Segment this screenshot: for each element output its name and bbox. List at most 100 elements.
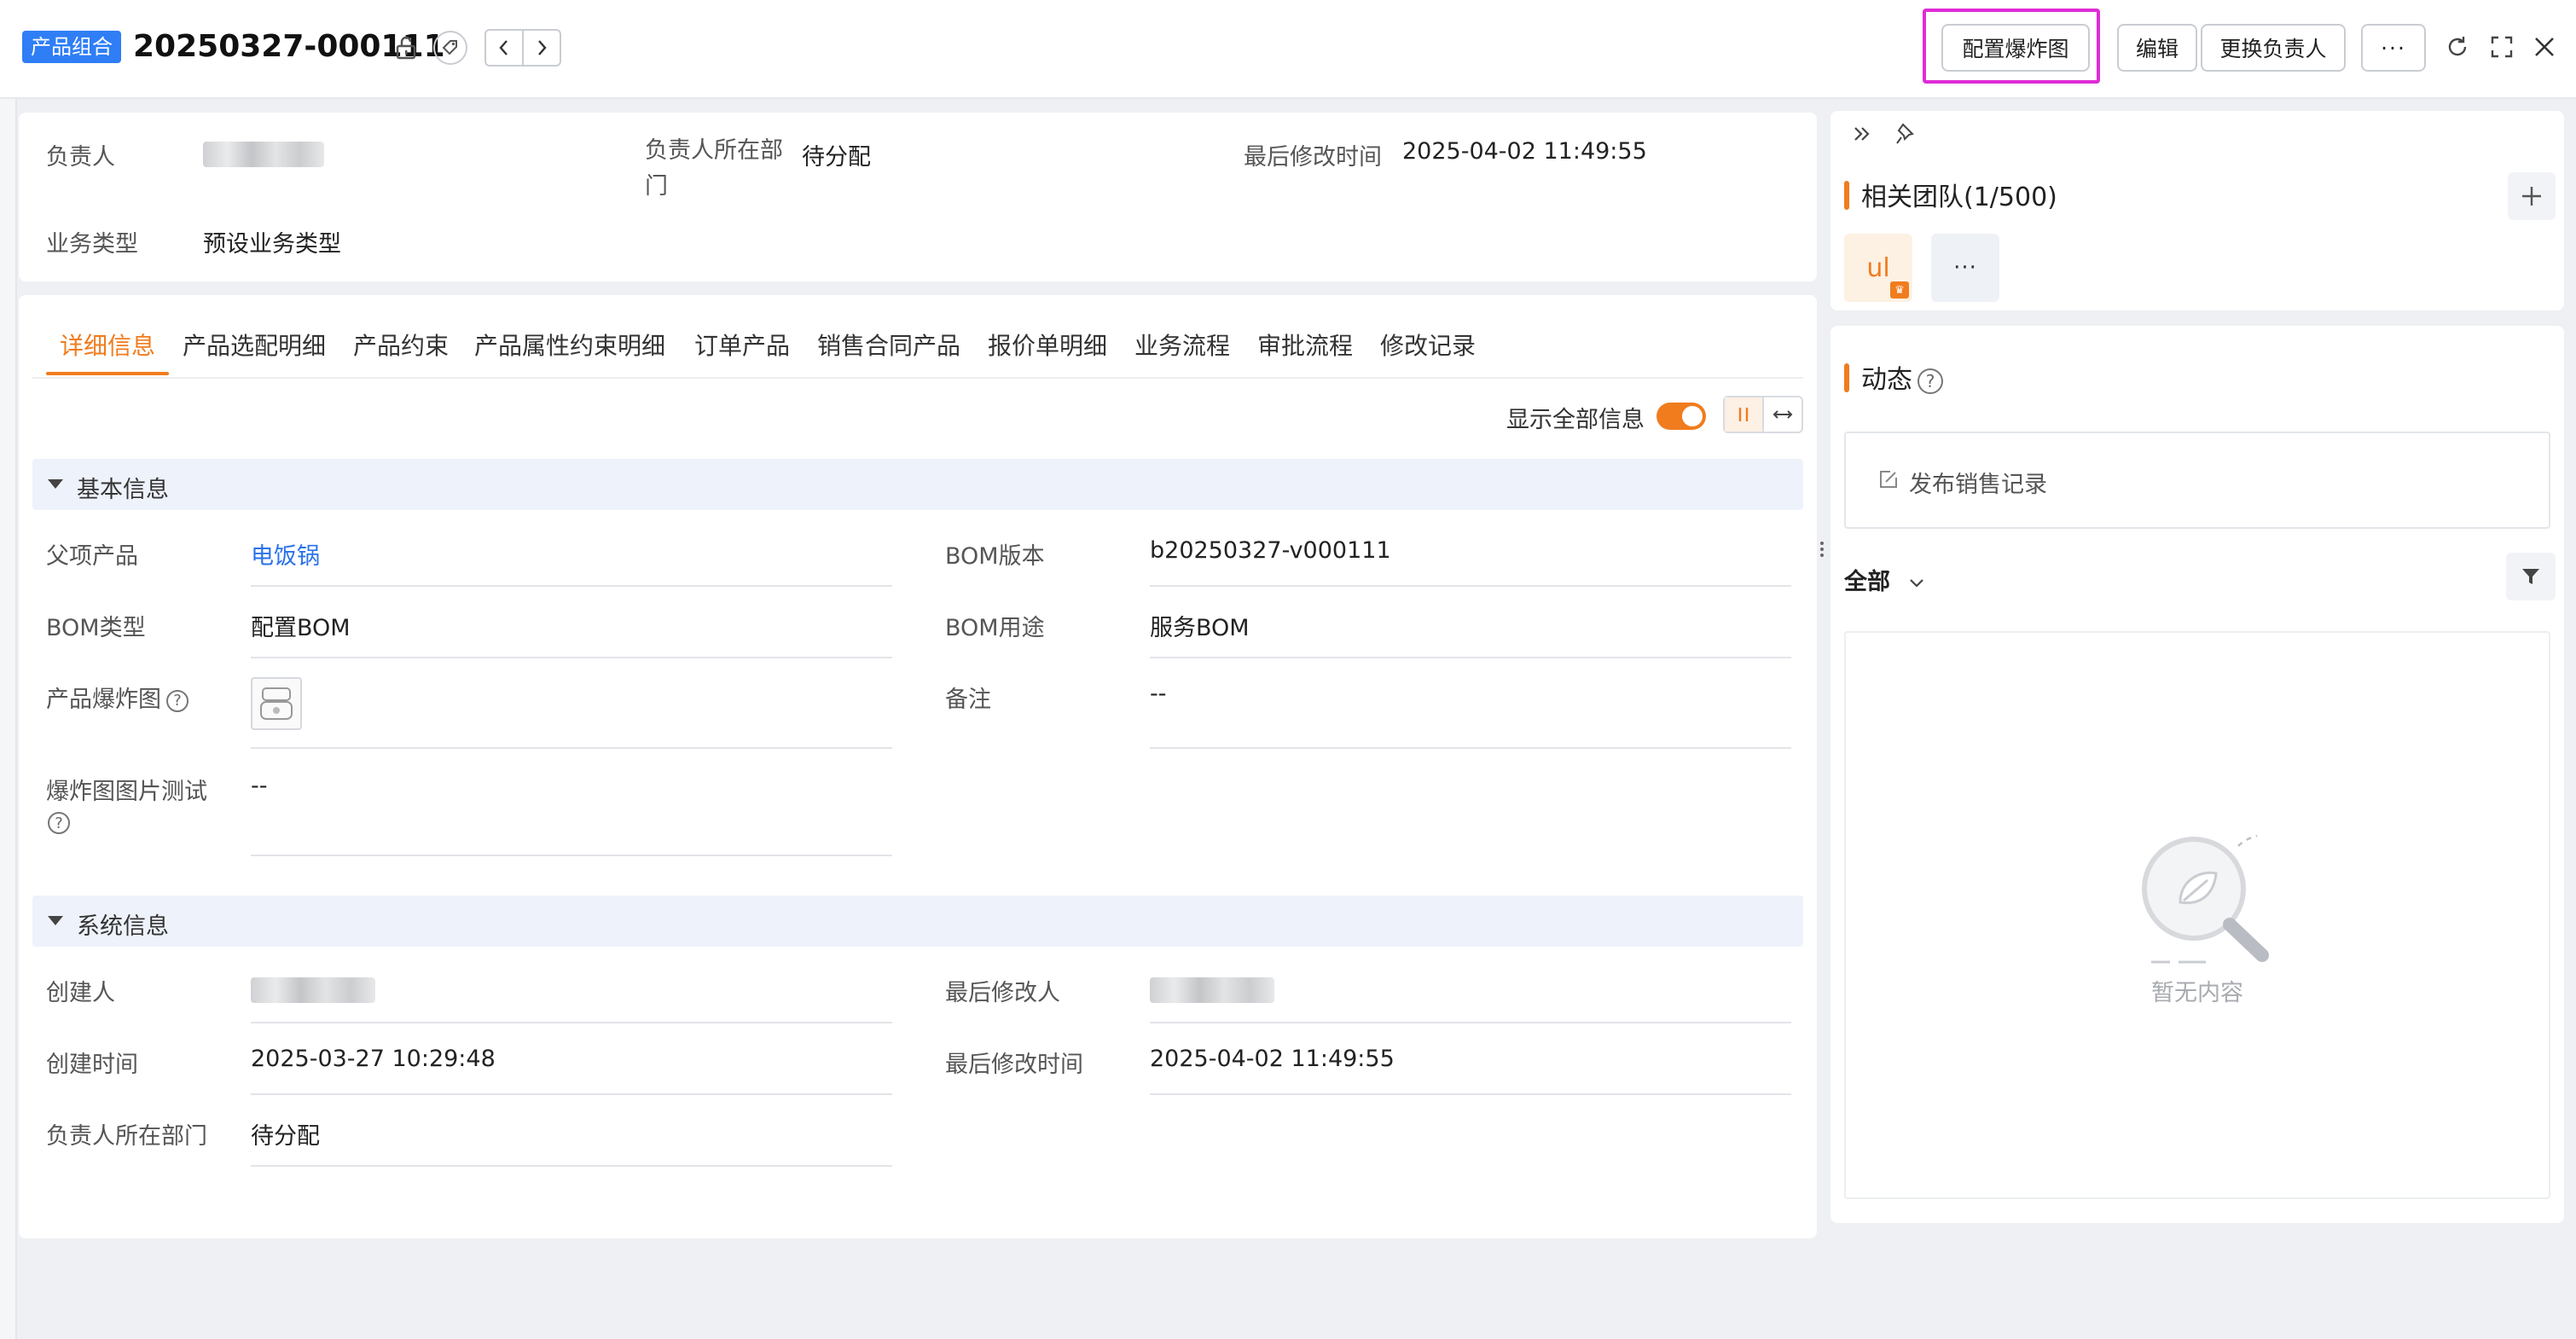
- field-underline: [1150, 1093, 1791, 1095]
- activity-filter-dropdown[interactable]: 全部: [1844, 563, 1925, 596]
- business-type-label: 业务类型: [46, 231, 138, 258]
- creator-value-blurred: [251, 977, 375, 1003]
- tabs-divider: [32, 377, 1803, 379]
- empty-search-illustration-icon: [2136, 820, 2272, 977]
- bom-usage-label: BOM用途: [945, 615, 1045, 641]
- explosion-diagram-thumbnail[interactable]: [251, 677, 302, 730]
- basic-info-section-header[interactable]: 基本信息: [32, 459, 1803, 510]
- tab-quote-details[interactable]: 报价单明细: [988, 328, 1107, 362]
- field-underline: [251, 855, 892, 856]
- show-all-label: 显示全部信息: [1506, 407, 1645, 433]
- remark-label: 备注: [945, 687, 991, 713]
- collapse-panel-icon[interactable]: [1851, 123, 1873, 148]
- empty-state-text: 暂无内容: [2151, 980, 2243, 1006]
- activity-list-empty: 暂无内容: [1844, 631, 2550, 1199]
- section-accent: [1844, 181, 1849, 210]
- chevron-down-icon: [1910, 578, 1924, 588]
- business-type-value: 预设业务类型: [203, 231, 341, 258]
- active-tab-indicator: [46, 372, 169, 375]
- filter-value: 全部: [1844, 569, 1890, 595]
- bom-version-label: BOM版本: [945, 543, 1045, 570]
- layout-switch: [1723, 396, 1803, 433]
- bom-usage-value: 服务BOM: [1150, 615, 1250, 641]
- remark-value: --: [1150, 681, 1167, 707]
- object-type-badge: 产品组合: [22, 31, 121, 63]
- system-info-section-header[interactable]: 系统信息: [32, 896, 1803, 947]
- help-icon[interactable]: ?: [48, 812, 70, 834]
- field-underline: [1150, 657, 1791, 658]
- collapse-caret-icon: [48, 479, 63, 489]
- unlock-icon[interactable]: [391, 32, 421, 63]
- bom-type-value: 配置BOM: [251, 615, 351, 641]
- last-modifier-label: 最后修改人: [945, 980, 1060, 1006]
- tab-product-options[interactable]: 产品选配明细: [183, 328, 326, 362]
- post-sales-record-label: 发布销售记录: [1909, 472, 2047, 498]
- system-owner-dept-label: 负责人所在部门: [46, 1123, 207, 1150]
- add-member-button[interactable]: [2508, 172, 2556, 220]
- post-sales-record-input[interactable]: 发布销售记录: [1844, 432, 2550, 529]
- edit-button[interactable]: 编辑: [2117, 24, 2197, 72]
- owner-value-blurred: [203, 142, 324, 167]
- crown-icon: ♛: [1890, 281, 1909, 299]
- parent-product-link[interactable]: 电饭锅: [251, 537, 320, 571]
- owner-dept-value: 待分配: [802, 144, 871, 171]
- filter-icon[interactable]: [2506, 553, 2556, 600]
- change-owner-button[interactable]: 更换负责人: [2201, 24, 2346, 72]
- section-title: 系统信息: [77, 913, 169, 940]
- tab-detail-info[interactable]: 详细信息: [60, 328, 155, 362]
- left-edge-strip: [0, 99, 17, 1339]
- collapse-caret-icon: [48, 916, 63, 925]
- explosion-test-label: 爆炸图图片测试: [46, 779, 207, 805]
- field-underline: [251, 1093, 892, 1095]
- help-icon[interactable]: ?: [166, 689, 189, 712]
- full-width-layout-button[interactable]: [1764, 397, 1801, 432]
- more-members-button[interactable]: ···: [1931, 234, 1999, 302]
- two-column-layout-button[interactable]: [1725, 397, 1764, 432]
- panel-resize-handle[interactable]: [1820, 539, 1825, 563]
- field-underline: [251, 1165, 892, 1167]
- configure-explosion-button[interactable]: 配置爆炸图: [1941, 24, 2090, 72]
- tag-icon[interactable]: [433, 31, 467, 65]
- bom-version-value: b20250327-v000111: [1150, 537, 1391, 564]
- field-underline: [251, 1022, 892, 1023]
- avatar-initials: ul: [1866, 252, 1890, 283]
- explosion-diagram-label-text: 产品爆炸图: [46, 687, 161, 713]
- system-last-modified-label: 最后修改时间: [945, 1052, 1083, 1078]
- close-icon[interactable]: [2528, 31, 2561, 63]
- pin-icon[interactable]: [1894, 121, 1919, 150]
- tab-product-constraints[interactable]: 产品约束: [353, 328, 449, 362]
- tab-approval-process[interactable]: 审批流程: [1257, 328, 1353, 362]
- field-underline: [251, 657, 892, 658]
- next-record-button[interactable]: [522, 31, 560, 65]
- related-team-card: 相关团队(1/500) ul ♛ ···: [1830, 111, 2564, 310]
- tab-contract-products[interactable]: 销售合同产品: [817, 328, 960, 362]
- edit-icon: [1878, 469, 1899, 493]
- parent-product-label: 父项产品: [46, 543, 138, 570]
- section-accent: [1844, 363, 1849, 392]
- show-all-toggle[interactable]: [1656, 403, 1706, 430]
- system-last-modified-value: 2025-04-02 11:49:55: [1150, 1046, 1395, 1072]
- detail-card: 详细信息 产品选配明细 产品约束 产品属性约束明细 订单产品 销售合同产品 报价…: [19, 295, 1817, 1238]
- tab-change-log[interactable]: 修改记录: [1380, 328, 1476, 362]
- system-owner-dept-value: 待分配: [251, 1123, 320, 1150]
- explosion-test-value: --: [251, 773, 268, 799]
- created-time-label: 创建时间: [46, 1052, 138, 1078]
- created-time-value: 2025-03-27 10:29:48: [251, 1046, 496, 1072]
- field-underline: [1150, 1022, 1791, 1023]
- summary-card: 负责人 负责人所在部门 待分配 最后修改时间 2025-04-02 11:49:…: [19, 113, 1817, 281]
- bom-type-label: BOM类型: [46, 615, 146, 641]
- help-icon[interactable]: ?: [1917, 368, 1943, 394]
- section-title: 基本信息: [77, 477, 169, 503]
- avatar[interactable]: ul ♛: [1844, 234, 1912, 302]
- more-actions-button[interactable]: ···: [2361, 24, 2426, 72]
- refresh-icon[interactable]: [2443, 32, 2472, 61]
- fullscreen-icon[interactable]: [2487, 32, 2516, 61]
- tab-business-process[interactable]: 业务流程: [1134, 328, 1230, 362]
- field-underline: [251, 747, 892, 749]
- previous-record-button[interactable]: [486, 31, 522, 65]
- activity-card: 动态? 发布销售记录 全部 暂无内容: [1830, 326, 2564, 1223]
- creator-label: 创建人: [46, 980, 115, 1006]
- tab-attribute-constraints[interactable]: 产品属性约束明细: [474, 328, 665, 362]
- last-modified-value: 2025-04-02 11:49:55: [1402, 138, 1647, 165]
- tab-order-products[interactable]: 订单产品: [694, 328, 790, 362]
